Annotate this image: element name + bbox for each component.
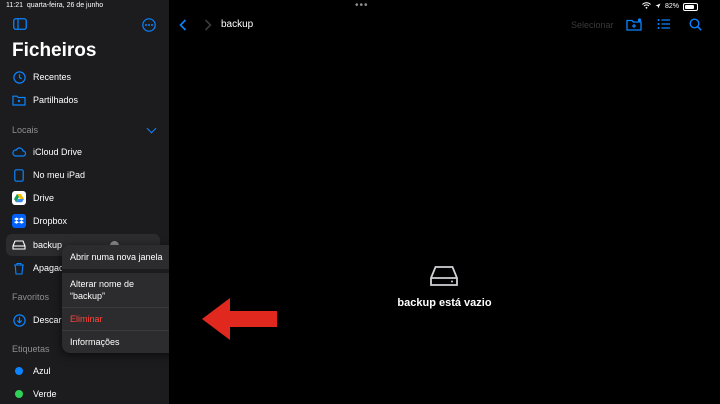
ipad-icon	[12, 168, 26, 182]
cloud-icon	[12, 145, 26, 159]
sidebar-item-drive[interactable]: Drive	[12, 189, 54, 207]
tag-dot-icon	[12, 387, 26, 401]
tag-verde[interactable]: Verde	[12, 385, 57, 403]
download-icon	[12, 313, 26, 327]
menu-item-label-line2: “backup”	[70, 291, 106, 301]
location-icon	[655, 3, 661, 11]
status-time: 11:21 quarta-feira, 26 de junho	[6, 2, 104, 9]
sidebar-item-apagado[interactable]: Apagado	[12, 259, 69, 277]
main-pane: backup Selecionar 82% backup está vazio	[169, 0, 720, 404]
search-icon[interactable]	[689, 18, 702, 31]
status-indicators: 82%	[642, 2, 698, 11]
sidebar-item-recentes[interactable]: Recentes	[12, 68, 71, 86]
menu-item-label: Alterar nome de	[70, 279, 135, 289]
empty-drive-icon	[430, 266, 458, 286]
sidebar-item-label: Dropbox	[33, 216, 68, 226]
trash-icon	[12, 261, 26, 275]
sidebar: 11:21 quarta-feira, 26 de junho Ficheiro…	[0, 0, 193, 404]
sidebar-item-label: iCloud Drive	[33, 147, 83, 157]
menu-item-label: Eliminar	[70, 314, 103, 324]
sidebar-item-dropbox[interactable]: Dropbox	[12, 212, 67, 230]
more-options-icon[interactable]	[142, 18, 156, 32]
drive-icon	[12, 238, 26, 252]
chevron-down-icon[interactable]	[146, 123, 157, 134]
back-chevron-icon[interactable]	[179, 19, 187, 31]
sidebar-title: Ficheiros	[12, 40, 97, 61]
section-favoritos: Favoritos	[12, 292, 50, 302]
tag-dot-icon	[12, 364, 26, 378]
sidebar-item-label: Drive	[33, 193, 55, 203]
menu-item-label: Informações	[70, 337, 120, 347]
sidebar-item-label: backup	[33, 240, 63, 250]
battery-icon	[683, 2, 698, 11]
annotation-arrow-icon	[202, 298, 277, 340]
sidebar-item-label: Partilhados	[33, 95, 79, 105]
menu-item-label: Abrir numa nova janela	[70, 252, 163, 262]
google-drive-icon	[12, 191, 26, 205]
tag-label: Verde	[33, 389, 57, 399]
tag-azul[interactable]: Azul	[12, 362, 51, 380]
shared-folder-icon	[12, 93, 26, 107]
section-locais: Locais	[12, 125, 39, 135]
wifi-icon	[642, 2, 651, 11]
sidebar-item-label: No meu iPad	[33, 170, 86, 180]
sidebar-item-backup[interactable]: backup	[12, 236, 62, 254]
section-etiquetas: Etiquetas	[12, 344, 50, 354]
sidebar-toggle-icon[interactable]	[13, 18, 27, 30]
multitasking-dots-icon[interactable]: •••	[355, 0, 369, 11]
clock-icon	[12, 70, 26, 84]
sidebar-item-ipad[interactable]: No meu iPad	[12, 166, 85, 184]
folder-title: backup	[221, 19, 254, 30]
list-view-icon[interactable]	[657, 18, 671, 30]
tag-label: Azul	[33, 366, 51, 376]
sidebar-item-icloud[interactable]: iCloud Drive	[12, 143, 82, 161]
dropbox-icon	[12, 214, 26, 228]
select-button[interactable]: Selecionar	[571, 20, 614, 30]
new-folder-icon[interactable]	[626, 18, 642, 31]
battery-percent: 82%	[664, 3, 679, 10]
forward-chevron-icon[interactable]	[204, 19, 212, 31]
sidebar-item-partilhados[interactable]: Partilhados	[12, 91, 78, 109]
sidebar-item-label: Recentes	[33, 72, 72, 82]
